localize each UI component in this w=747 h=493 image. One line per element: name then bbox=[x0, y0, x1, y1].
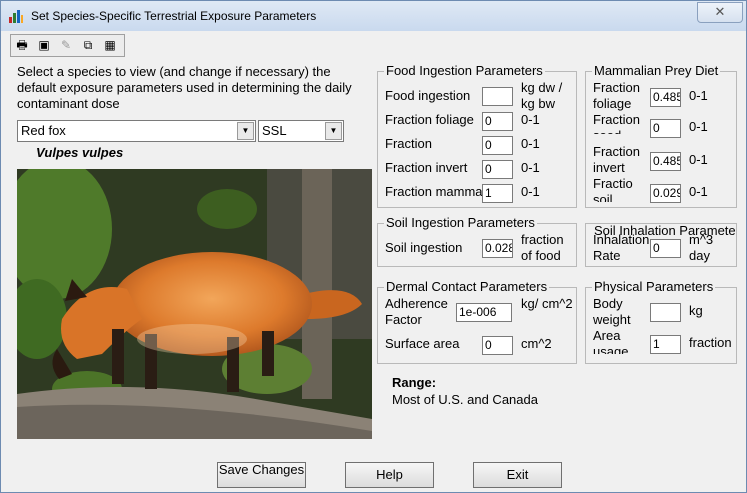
fraction-mammal-unit: 0-1 bbox=[521, 184, 540, 199]
body-weight-input[interactable] bbox=[650, 303, 681, 322]
area-usage-input[interactable]: 1 bbox=[650, 335, 681, 354]
exit-button[interactable]: Exit bbox=[473, 462, 562, 488]
food-ingestion-unit: kg dw / kg bw bbox=[521, 80, 563, 111]
window-title: Set Species-Specific Terrestrial Exposur… bbox=[31, 9, 317, 23]
food-ingestion-input[interactable] bbox=[482, 87, 513, 106]
fraction-mammal-input[interactable]: 1 bbox=[482, 184, 513, 203]
edit-icon[interactable]: ✎ bbox=[57, 37, 75, 54]
prey-foliage-input[interactable]: 0.485 bbox=[650, 88, 681, 107]
prey-soil-unit: 0-1 bbox=[689, 184, 708, 199]
range-heading: Range: bbox=[392, 375, 437, 390]
prey-diet-legend: Mammalian Prey Diet bbox=[592, 63, 721, 78]
help-button[interactable]: Help bbox=[345, 462, 434, 488]
physical-group: Physical Parameters Body weight kg Area … bbox=[585, 279, 737, 364]
fraction-unit: 0-1 bbox=[521, 136, 540, 151]
prey-seed-label: Fraction seed bbox=[593, 112, 640, 134]
body-weight-unit: kg bbox=[689, 303, 703, 318]
level-select-value: SSL bbox=[262, 123, 287, 138]
dermal-contact-legend: Dermal Contact Parameters bbox=[384, 279, 550, 294]
fraction-foliage-label: Fraction foliage bbox=[385, 112, 474, 127]
food-ingestion-legend: Food Ingestion Parameters bbox=[384, 63, 545, 78]
prey-invert-unit: 0-1 bbox=[689, 152, 708, 167]
soil-ingestion-input[interactable]: 0.028 bbox=[482, 239, 513, 258]
soil-ingestion-group: Soil Ingestion Parameters Soil ingestion… bbox=[377, 215, 577, 267]
prey-diet-group: Mammalian Prey Diet Fraction foliage 0.4… bbox=[585, 63, 737, 208]
species-photo bbox=[17, 169, 372, 439]
fraction-input[interactable]: 0 bbox=[482, 136, 513, 155]
chevron-down-icon: ▼ bbox=[237, 122, 254, 140]
prey-seed-input[interactable]: 0 bbox=[650, 119, 681, 138]
title-bar[interactable]: Set Species-Specific Terrestrial Exposur… bbox=[1, 1, 746, 31]
latin-name: Vulpes vulpes bbox=[36, 145, 124, 160]
copy-icon[interactable]: ⧉ bbox=[79, 37, 97, 54]
bar-chart-app-icon bbox=[9, 10, 23, 23]
adherence-factor-input[interactable]: 1e-006 bbox=[456, 303, 512, 322]
prey-invert-input[interactable]: 0.485 bbox=[650, 152, 681, 171]
surface-area-label: Surface area bbox=[385, 336, 460, 351]
soil-ingestion-legend: Soil Ingestion Parameters bbox=[384, 215, 537, 230]
species-select-value: Red fox bbox=[21, 123, 66, 138]
surface-area-input[interactable]: 0 bbox=[482, 336, 513, 355]
food-ingestion-label: Food ingestion bbox=[385, 88, 471, 103]
intro-text: Select a species to view (and change if … bbox=[17, 64, 352, 111]
prey-seed-unit: 0-1 bbox=[689, 119, 708, 134]
save-changes-button[interactable]: Save Changes bbox=[217, 462, 306, 488]
chevron-down-icon: ▼ bbox=[325, 122, 342, 140]
dialog-client-area: 🖶 ▣ ✎ ⧉ ▦ Select a species to view (and … bbox=[9, 31, 738, 488]
fraction-foliage-input[interactable]: 0 bbox=[482, 112, 513, 131]
prey-soil-label: Fraction soil bbox=[593, 176, 633, 202]
close-icon: ✕ bbox=[714, 4, 726, 19]
adherence-factor-label: Adherence Factor bbox=[385, 296, 448, 327]
inhalation-rate-unit: m^3 day bbox=[689, 232, 714, 263]
dermal-contact-group: Dermal Contact Parameters Adherence Fact… bbox=[377, 279, 577, 364]
area-usage-unit: fraction bbox=[689, 335, 732, 350]
soil-inhalation-group: Soil Inhalation Parameters Inhalation Ra… bbox=[585, 223, 737, 267]
fraction-invert-unit: 0-1 bbox=[521, 160, 540, 175]
fraction-foliage-unit: 0-1 bbox=[521, 112, 540, 127]
fraction-invert-label: Fraction invert bbox=[385, 160, 468, 175]
toolbar: 🖶 ▣ ✎ ⧉ ▦ bbox=[10, 34, 125, 57]
fraction-label: Fraction bbox=[385, 136, 432, 151]
print-icon[interactable]: 🖶 bbox=[13, 37, 31, 54]
food-ingestion-group: Food Ingestion Parameters Food ingestion… bbox=[377, 63, 577, 208]
physical-legend: Physical Parameters bbox=[592, 279, 716, 294]
body-weight-label: Body weight bbox=[593, 296, 631, 327]
export-icon[interactable]: ▦ bbox=[101, 37, 119, 54]
adherence-factor-unit: kg/ cm^2 bbox=[521, 296, 573, 311]
save-icon[interactable]: ▣ bbox=[35, 37, 53, 54]
range-value: Most of U.S. and Canada bbox=[392, 392, 538, 407]
species-select[interactable]: Red fox ▼ bbox=[17, 120, 256, 142]
soil-ingestion-label: Soil ingestion bbox=[385, 240, 463, 255]
area-usage-label: Area usage bbox=[593, 328, 629, 354]
soil-ingestion-unit: fraction of food bbox=[521, 232, 564, 262]
prey-foliage-label: Fraction foliage bbox=[593, 80, 640, 111]
fraction-mammal-label: Fraction mammal bbox=[385, 184, 482, 199]
surface-area-unit: cm^2 bbox=[521, 336, 552, 351]
close-button[interactable]: ✕ bbox=[697, 2, 743, 23]
inhalation-rate-label: Inhalation Rate bbox=[593, 232, 650, 263]
dialog-window: Set Species-Specific Terrestrial Exposur… bbox=[0, 0, 747, 493]
prey-foliage-unit: 0-1 bbox=[689, 88, 708, 103]
prey-soil-input[interactable]: 0.029 bbox=[650, 184, 681, 203]
prey-invert-label: Fraction invert bbox=[593, 144, 640, 175]
level-select[interactable]: SSL ▼ bbox=[258, 120, 344, 142]
fraction-invert-input[interactable]: 0 bbox=[482, 160, 513, 179]
inhalation-rate-input[interactable]: 0 bbox=[650, 239, 681, 258]
